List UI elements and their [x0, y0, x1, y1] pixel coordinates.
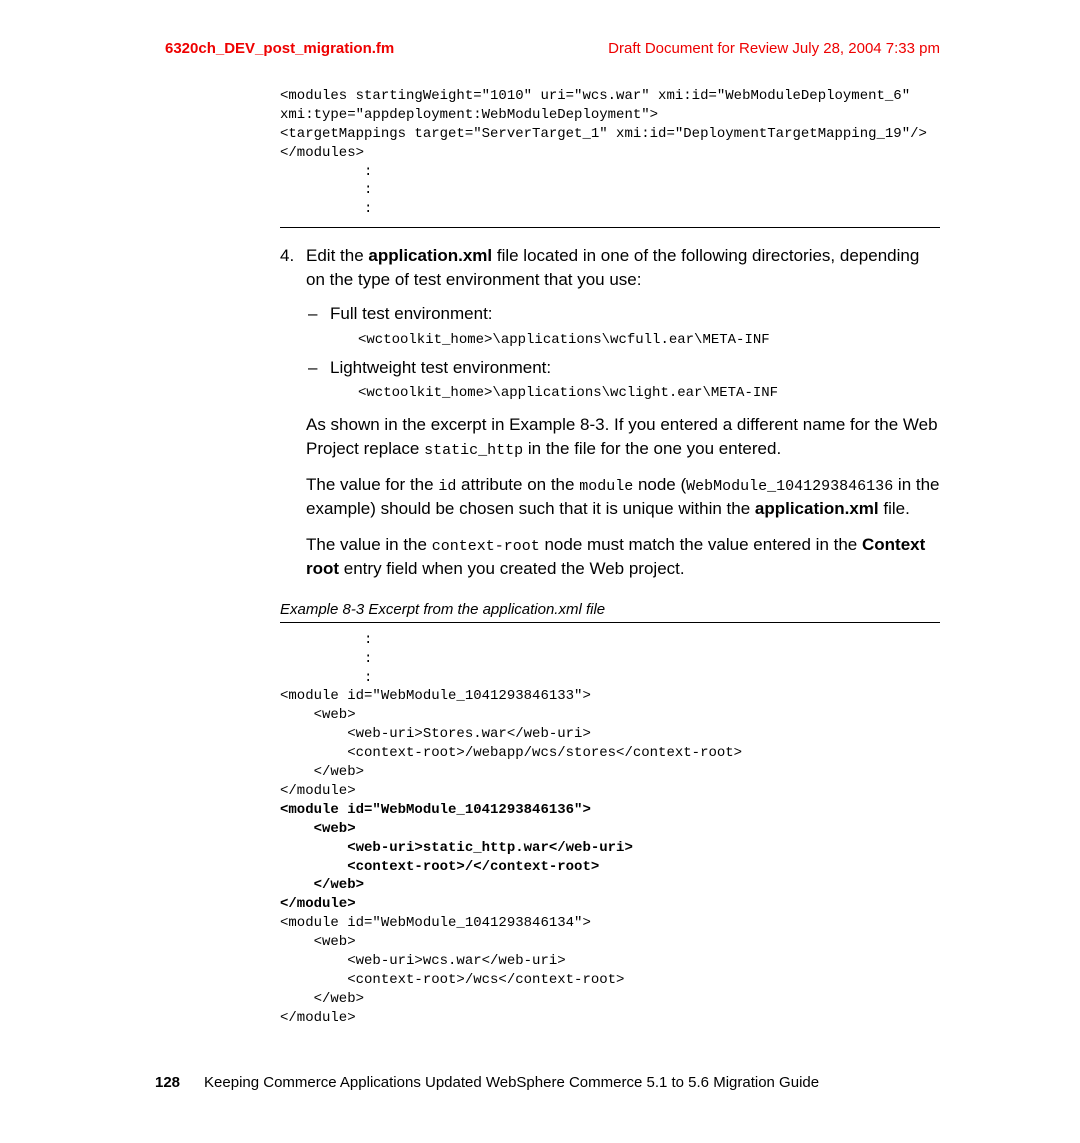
code-block-modules: <modules startingWeight="1010" uri="wcs.… — [280, 87, 940, 219]
paragraph-excerpt: As shown in the excerpt in Example 8-3. … — [306, 413, 940, 461]
code-line: </web> — [280, 764, 364, 780]
page-header: 6320ch_DEV_post_migration.fm Draft Docum… — [0, 0, 1080, 57]
page-number: 128 — [155, 1074, 180, 1091]
bullet-dash-icon: – — [308, 356, 330, 380]
divider — [280, 227, 940, 228]
code-line: </web> — [280, 991, 364, 1007]
code-line: xmi:type="appdeployment:WebModuleDeploym… — [280, 107, 658, 123]
bold-filename: application.xml — [755, 499, 879, 518]
header-draft-info: Draft Document for Review July 28, 2004 … — [608, 40, 940, 57]
code-line: <module id="WebModule_1041293846134"> — [280, 915, 591, 931]
inline-code: module — [579, 478, 633, 495]
header-filename: 6320ch_DEV_post_migration.fm — [165, 40, 394, 57]
code-line: : — [280, 670, 372, 686]
code-line: : — [280, 632, 372, 648]
code-line: : — [280, 164, 372, 180]
code-line-bold: <web-uri>static_http.war</web-uri> — [280, 840, 633, 856]
code-line: <web-uri>Stores.war</web-uri> — [280, 726, 591, 742]
code-line: : — [280, 651, 372, 667]
code-path-full: <wctoolkit_home>\applications\wcfull.ear… — [358, 332, 940, 348]
code-line: <web> — [280, 934, 356, 950]
code-line: <modules startingWeight="1010" uri="wcs.… — [280, 88, 919, 104]
step-number: 4. — [280, 244, 306, 292]
code-line-bold: </module> — [280, 896, 356, 912]
bullet-full-test: – Full test environment: — [308, 302, 940, 326]
code-line-bold: <context-root>/</context-root> — [280, 859, 599, 875]
code-line: <context-root>/webapp/wcs/stores</contex… — [280, 745, 742, 761]
code-line: <module id="WebModule_1041293846133"> — [280, 688, 591, 704]
divider — [280, 622, 940, 623]
code-line-bold: </web> — [280, 877, 364, 893]
code-line: </modules> — [280, 145, 364, 161]
footer-title: Keeping Commerce Applications Updated We… — [204, 1074, 940, 1091]
code-line: : — [280, 182, 372, 198]
code-line: <targetMappings target="ServerTarget_1" … — [280, 126, 927, 142]
code-line: <web> — [280, 707, 356, 723]
inline-code: static_http — [424, 442, 523, 459]
paragraph-context-root: The value in the context-root node must … — [306, 533, 940, 581]
inline-code: id — [438, 478, 456, 495]
step-text: Edit the application.xml file located in… — [306, 244, 940, 292]
code-line-bold: <module id="WebModule_1041293846136"> — [280, 802, 591, 818]
bullet-lightweight-test: – Lightweight test environment: — [308, 356, 940, 380]
code-line-bold: <web> — [280, 821, 356, 837]
page-footer: 128 Keeping Commerce Applications Update… — [155, 1074, 940, 1091]
example-caption: Example 8-3 Excerpt from the application… — [280, 601, 940, 618]
bullet-text: Full test environment: — [330, 302, 493, 326]
page-content: <modules startingWeight="1010" uri="wcs.… — [0, 57, 1080, 1028]
paragraph-id-attr: The value for the id attribute on the mo… — [306, 473, 940, 521]
step-4: 4. Edit the application.xml file located… — [280, 244, 940, 292]
bullet-dash-icon: – — [308, 302, 330, 326]
code-line: </module> — [280, 1010, 356, 1026]
inline-code: context-root — [432, 538, 540, 555]
code-block-application-xml: : : : <module id="WebModule_104129384613… — [280, 631, 940, 1028]
code-line: : — [280, 201, 372, 217]
inline-code: WebModule_1041293846136 — [686, 478, 893, 495]
code-line: </module> — [280, 783, 356, 799]
bullet-text: Lightweight test environment: — [330, 356, 551, 380]
code-path-light: <wctoolkit_home>\applications\wclight.ea… — [358, 385, 940, 401]
code-line: <context-root>/wcs</context-root> — [280, 972, 624, 988]
code-line: <web-uri>wcs.war</web-uri> — [280, 953, 566, 969]
bold-filename: application.xml — [368, 246, 492, 265]
